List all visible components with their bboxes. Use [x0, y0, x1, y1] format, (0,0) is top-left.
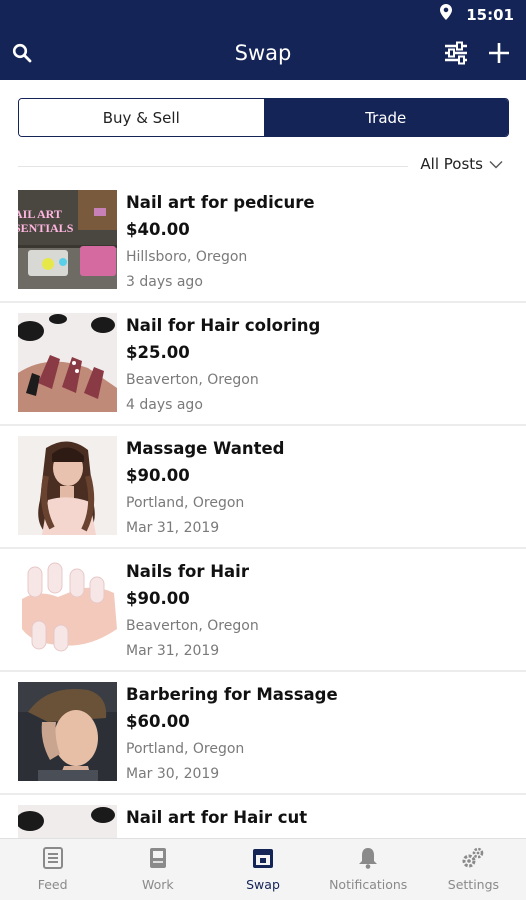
list-item[interactable]: Massage Wanted $90.00 Portland, Oregon M… [0, 426, 526, 549]
nav-work[interactable]: Work [105, 839, 210, 900]
list-item[interactable]: Nails for Hair $90.00 Beaverton, Oregon … [0, 549, 526, 672]
all-posts-dropdown[interactable]: All Posts [420, 155, 503, 173]
listing-list[interactable]: AIL ART SENTIALS Nail art for pedicure $… [0, 180, 526, 838]
listing-price: $60.00 [126, 712, 190, 731]
listing-title: Barbering for Massage [126, 685, 338, 704]
listing-price: $90.00 [126, 589, 190, 608]
list-item[interactable]: Barbering for Massage $60.00 Portland, O… [0, 672, 526, 795]
calendar-swap-icon [252, 847, 274, 872]
filter-label: All Posts [420, 155, 483, 173]
list-item[interactable]: Nail for Hair coloring $25.00 Beaverton,… [0, 303, 526, 426]
listing-location: Beaverton, Oregon [126, 372, 259, 388]
bottom-navigation: Feed Work Swap Notifications Settings [0, 838, 526, 900]
listing-thumbnail [18, 805, 117, 838]
listing-location: Hillsboro, Oregon [126, 249, 248, 265]
listing-date: Mar 31, 2019 [126, 520, 220, 536]
listing-location: Portland, Oregon [126, 495, 245, 511]
listing-date: Mar 31, 2019 [126, 643, 220, 659]
segment-trade[interactable]: Trade [263, 99, 508, 136]
listing-location: Beaverton, Oregon [126, 618, 259, 634]
listing-thumbnail [18, 313, 117, 412]
nav-notifications[interactable]: Notifications [316, 839, 421, 900]
nav-swap[interactable]: Swap [210, 839, 315, 900]
listing-price: $90.00 [126, 466, 190, 485]
thumb-logo-text-2: SENTIALS [18, 221, 74, 235]
status-bar: 15:01 [0, 0, 526, 28]
listing-title: Massage Wanted [126, 439, 285, 458]
list-item[interactable]: AIL ART SENTIALS Nail art for pedicure $… [0, 180, 526, 303]
listing-title: Nails for Hair [126, 562, 249, 581]
status-time: 15:01 [466, 5, 514, 24]
listing-thumbnail [18, 436, 117, 535]
listing-date: 4 days ago [126, 397, 203, 413]
plus-icon[interactable] [486, 40, 512, 66]
gears-icon [461, 847, 485, 872]
location-icon [440, 4, 453, 25]
app-bar: Swap [0, 28, 526, 80]
notebook-icon [148, 847, 168, 872]
listing-title: Nail for Hair coloring [126, 316, 321, 335]
listing-price: $25.00 [126, 343, 190, 362]
thumb-logo-text-1: AIL ART [18, 207, 62, 221]
listing-date: 3 days ago [126, 274, 203, 290]
nav-settings-label: Settings [447, 877, 500, 892]
listing-price: $40.00 [126, 220, 190, 239]
listing-location: Portland, Oregon [126, 741, 245, 757]
filter-row: All Posts [18, 150, 509, 180]
nav-feed-label: Feed [37, 877, 68, 892]
listing-thumbnail: AIL ART SENTIALS [18, 190, 117, 289]
chevron-down-icon [489, 155, 503, 173]
segment-buy-sell[interactable]: Buy & Sell [19, 99, 264, 136]
sliders-icon[interactable] [442, 39, 470, 67]
bell-icon [358, 847, 378, 872]
nav-feed[interactable]: Feed [0, 839, 105, 900]
listing-thumbnail [18, 682, 117, 781]
nav-settings[interactable]: Settings [421, 839, 526, 900]
listing-date: Mar 30, 2019 [126, 766, 220, 782]
listing-title: Nail art for Hair cut [126, 808, 308, 827]
nav-swap-label: Swap [246, 877, 280, 892]
mode-segmented-control: Buy & Sell Trade [18, 98, 509, 137]
newspaper-icon [42, 847, 63, 872]
divider [18, 166, 408, 167]
listing-title: Nail art for pedicure [126, 193, 315, 212]
list-item[interactable]: Nail art for Hair cut [0, 795, 526, 838]
listing-thumbnail [18, 559, 117, 658]
nav-notifications-label: Notifications [329, 877, 408, 892]
nav-work-label: Work [141, 877, 174, 892]
